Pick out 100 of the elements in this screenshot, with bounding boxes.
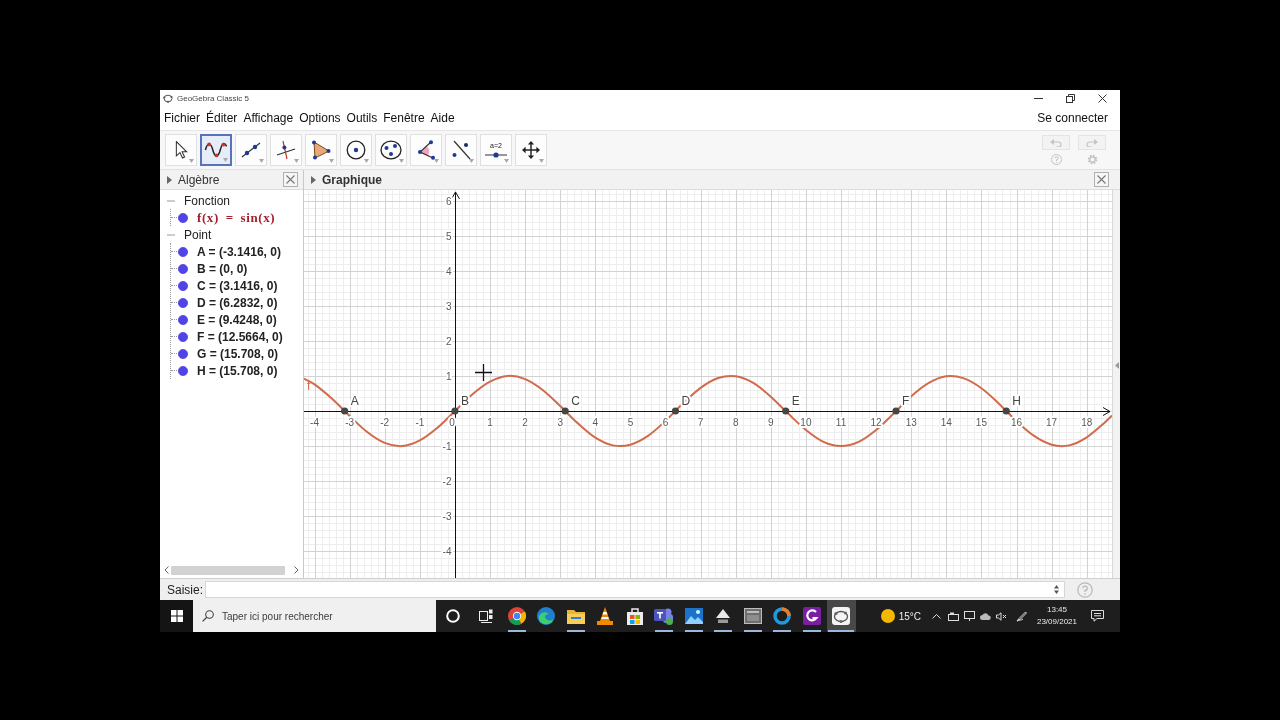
close-panel-button[interactable] bbox=[1094, 172, 1109, 187]
menu-item[interactable]: Éditer bbox=[206, 110, 238, 126]
people-tile-icon bbox=[654, 607, 675, 625]
angle-tool-button[interactable] bbox=[410, 134, 442, 166]
multicolor-circle-icon bbox=[507, 607, 526, 625]
algebra-expression[interactable]: C = (3.1416, 0) bbox=[197, 278, 278, 293]
menu-item[interactable]: Outils bbox=[346, 110, 378, 126]
algebra-expression[interactable]: f(x) = sin(x) bbox=[197, 209, 276, 226]
dropdown-triangle-icon bbox=[539, 159, 544, 163]
algebra-expression[interactable]: D = (6.2832, 0) bbox=[197, 295, 278, 310]
triangle-app-icon bbox=[715, 608, 732, 624]
visibility-dot-icon[interactable] bbox=[178, 365, 188, 376]
point-marker bbox=[892, 407, 900, 415]
swirl-icon bbox=[537, 607, 556, 625]
close-panel-button[interactable] bbox=[283, 172, 298, 187]
triangle-right-icon[interactable] bbox=[167, 175, 172, 184]
menu-item[interactable]: Affichage bbox=[243, 110, 294, 126]
point-label: H bbox=[1012, 394, 1021, 408]
visibility-dot-icon[interactable] bbox=[178, 348, 188, 359]
axis-tick-label: 2 bbox=[522, 416, 528, 428]
weather-temperature[interactable]: 15°C bbox=[898, 610, 921, 622]
task-view-icon bbox=[478, 609, 493, 623]
menu-item[interactable]: Aide bbox=[430, 110, 455, 126]
sign-in-button[interactable]: Se connecter bbox=[1037, 110, 1108, 126]
algebra-expression[interactable]: E = (9.4248, 0) bbox=[197, 312, 277, 327]
crosshair-cursor-icon bbox=[475, 364, 492, 381]
visibility-dot-icon[interactable] bbox=[178, 212, 188, 223]
close-icon bbox=[1097, 175, 1106, 184]
axis-tick-label: -3 bbox=[442, 511, 452, 523]
chevron-right-icon[interactable] bbox=[294, 566, 299, 574]
visibility-dot-icon[interactable] bbox=[178, 314, 188, 325]
clock-time[interactable]: 13:45 bbox=[1047, 604, 1067, 616]
axis-tick-label: 5 bbox=[627, 416, 634, 428]
menu-item[interactable]: Fichier bbox=[164, 110, 200, 126]
circle-tool-button[interactable] bbox=[340, 134, 372, 166]
line-tool-button[interactable] bbox=[235, 134, 267, 166]
conic-tool-button[interactable] bbox=[375, 134, 407, 166]
sun-icon[interactable] bbox=[880, 609, 895, 623]
notification-icon bbox=[1090, 610, 1104, 622]
move-view-tool-button[interactable] bbox=[515, 134, 547, 166]
algebra-expression[interactable]: B = (0, 0) bbox=[197, 261, 248, 276]
visibility-dot-icon[interactable] bbox=[178, 297, 188, 308]
axis-tick-label: 6 bbox=[445, 195, 452, 207]
axis-tick-label: 6 bbox=[662, 416, 669, 428]
chevron-left-icon[interactable] bbox=[164, 566, 169, 574]
function-tool-button[interactable] bbox=[200, 134, 232, 166]
dropdown-triangle-icon bbox=[399, 159, 404, 163]
tray-box-icon bbox=[947, 611, 959, 621]
axis-tick-label: 1 bbox=[487, 416, 493, 428]
slider-line-icon bbox=[485, 152, 507, 158]
start-button[interactable] bbox=[160, 600, 193, 632]
dropdown-triangle-icon bbox=[469, 159, 474, 163]
up-down-arrows-icon[interactable] bbox=[1054, 585, 1060, 594]
polygon-tool-button[interactable] bbox=[305, 134, 337, 166]
algebra-expression[interactable]: A = (-3.1416, 0) bbox=[197, 244, 281, 259]
perpendicular-tool-button[interactable] bbox=[270, 134, 302, 166]
axis-tick-label: 13 bbox=[905, 416, 917, 428]
taskbar-button[interactable] bbox=[826, 600, 856, 632]
dropdown-triangle-icon bbox=[259, 159, 264, 163]
point-label: E bbox=[791, 394, 800, 408]
visibility-dot-icon[interactable] bbox=[178, 280, 188, 291]
minimize-icon bbox=[1033, 97, 1043, 99]
point-marker bbox=[561, 407, 569, 415]
scrollbar-thumb[interactable] bbox=[171, 565, 285, 575]
axis-tick-label: 7 bbox=[697, 416, 704, 428]
chevron-up-icon bbox=[931, 613, 941, 619]
axis-tick-label: -3 bbox=[345, 416, 355, 428]
axis-tick-label: 3 bbox=[557, 416, 563, 428]
move-tool-button[interactable] bbox=[165, 134, 197, 166]
ellipse-dots-icon bbox=[832, 607, 851, 625]
search-icon bbox=[202, 610, 214, 622]
reflect-tool-button[interactable] bbox=[445, 134, 477, 166]
point-label: C bbox=[571, 394, 580, 408]
menu-item[interactable]: Fenêtre bbox=[383, 110, 425, 126]
speaker-muted-icon bbox=[995, 611, 1007, 621]
axis-tick-label: 4 bbox=[445, 265, 452, 277]
visibility-dot-icon[interactable] bbox=[178, 263, 188, 274]
dropdown-triangle-icon bbox=[434, 159, 439, 163]
search-field[interactable]: Taper ici pour rechercher bbox=[193, 600, 436, 632]
axis-tick-label: -4 bbox=[442, 546, 452, 558]
axis-tick-label: -1 bbox=[415, 416, 425, 428]
ellipse-logo-icon bbox=[163, 93, 173, 103]
perpendicular-lines-icon bbox=[276, 140, 296, 160]
cursor-arrow-icon bbox=[174, 141, 188, 159]
algebra-expression[interactable]: G = (15.708, 0) bbox=[197, 346, 279, 361]
visibility-dot-icon[interactable] bbox=[178, 246, 188, 257]
input-field[interactable] bbox=[205, 581, 1066, 598]
visibility-dot-icon[interactable] bbox=[178, 331, 188, 342]
axis-tick-label: 11 bbox=[835, 416, 847, 428]
clock-date[interactable]: 23/09/2021 bbox=[1036, 616, 1077, 628]
cloud-icon bbox=[979, 612, 991, 620]
line-point-icon bbox=[451, 140, 471, 160]
triangle-right-icon[interactable] bbox=[311, 175, 316, 184]
algebra-expression[interactable]: F = (12.5664, 0) bbox=[197, 329, 283, 344]
point-marker bbox=[451, 407, 459, 415]
cone-icon bbox=[597, 607, 614, 625]
menu-item[interactable]: Options bbox=[299, 110, 341, 126]
axis-tick-label: -2 bbox=[380, 416, 390, 428]
algebra-expression[interactable]: H = (15.708, 0) bbox=[197, 363, 278, 378]
axis-tick-label: -4 bbox=[310, 416, 319, 428]
